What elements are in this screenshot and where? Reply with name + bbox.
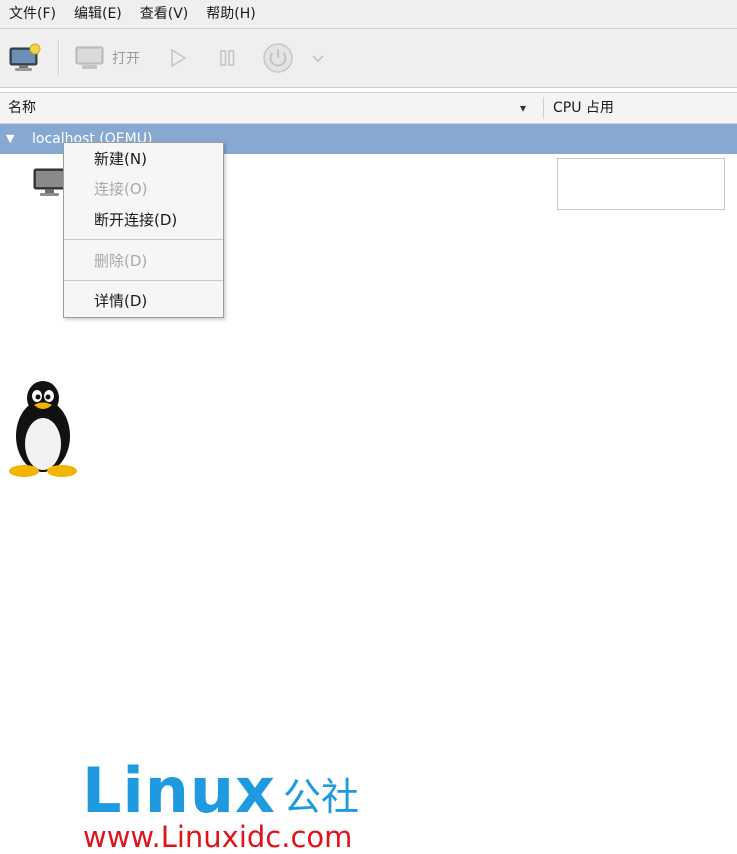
tux-penguin-logo	[9, 381, 77, 477]
open-button[interactable]: 打开	[74, 29, 140, 87]
open-label: 打开	[112, 51, 140, 67]
name-column-header[interactable]: 名称	[8, 93, 36, 123]
pause-icon	[220, 50, 235, 66]
cpu-usage-graph	[557, 158, 725, 210]
watermark-brand-cn: 公社	[283, 775, 360, 819]
column-dropdown-icon[interactable]: ▾	[520, 93, 526, 123]
new-vm-icon	[9, 43, 41, 71]
chevron-down-icon	[312, 55, 324, 63]
menu-help[interactable]: 帮助(H)	[197, 0, 264, 28]
menu-view[interactable]: 查看(V)	[131, 0, 198, 28]
context-menu: 新建(N) 连接(O) 断开连接(D) 删除(D) 详情(D)	[63, 142, 224, 318]
new-vm-button[interactable]	[8, 29, 42, 87]
menu-item-disconnect[interactable]: 断开连接(D)	[94, 208, 177, 232]
monitor-icon	[75, 46, 104, 69]
watermark-brand: Linux	[82, 754, 277, 827]
menu-item-details[interactable]: 详情(D)	[94, 289, 147, 313]
menu-item-new[interactable]: 新建(N)	[94, 147, 147, 171]
menu-item-connect: 连接(O)	[94, 180, 148, 198]
menu-edit[interactable]: 编辑(E)	[65, 0, 131, 28]
menu-item-delete: 删除(D)	[94, 252, 148, 270]
pause-button[interactable]	[216, 29, 240, 87]
power-menu-button[interactable]	[310, 29, 326, 87]
menu-file[interactable]: 文件(F)	[0, 0, 65, 28]
watermark: Linux 公社 www.Linuxidc.com	[0, 378, 420, 853]
play-icon	[171, 48, 187, 68]
expander-icon[interactable]: ▼	[6, 124, 14, 154]
menubar: 文件(F) 编辑(E) 查看(V) 帮助(H)	[0, 0, 737, 29]
cpu-column-header[interactable]: CPU 占用	[553, 93, 614, 123]
toolbar: 打开	[0, 29, 737, 88]
column-header: 名称 ▾ CPU 占用	[0, 92, 737, 124]
power-button[interactable]	[261, 29, 295, 87]
power-icon	[263, 43, 293, 73]
watermark-url: www.Linuxidc.com	[83, 820, 353, 854]
run-button[interactable]	[166, 29, 190, 87]
